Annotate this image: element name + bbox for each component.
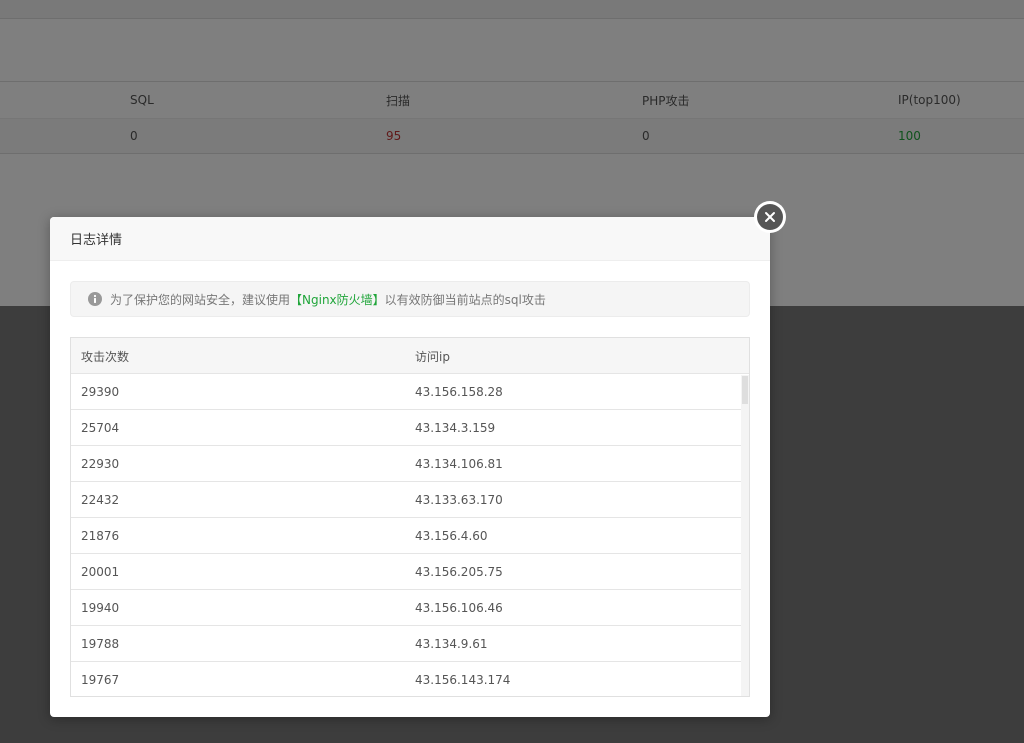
header-attack-count: 攻击次数 [81, 349, 130, 364]
table-header: 攻击次数 访问ip [71, 338, 749, 374]
scrollbar-thumb[interactable] [742, 376, 748, 404]
tip-suffix: 以有效防御当前站点的sql攻击 [384, 292, 546, 307]
table-row: 19940 43.156.106.46 [71, 590, 742, 626]
attack-count-cell: 20001 [81, 565, 120, 579]
visitor-ip-cell: 43.156.106.46 [415, 601, 503, 615]
log-detail-modal: 日志详情 为了保护您的网站安全，建议使用 【Nginx防火墙】 以有效防御当前站… [50, 217, 770, 717]
visitor-ip-cell: 43.133.63.170 [415, 493, 503, 507]
attack-count-cell: 29390 [81, 385, 120, 399]
attack-count-cell: 19940 [81, 601, 120, 615]
table-row: 25704 43.134.3.159 [71, 410, 742, 446]
table-row: 21876 43.156.4.60 [71, 518, 742, 554]
table-row: 22930 43.134.106.81 [71, 446, 742, 482]
visitor-ip-cell: 43.156.205.75 [415, 565, 503, 579]
close-icon [765, 212, 775, 222]
tip-prefix: 为了保护您的网站安全，建议使用 [110, 292, 291, 307]
attack-count-cell: 22432 [81, 493, 120, 507]
visitor-ip-cell: 43.134.9.61 [415, 637, 488, 651]
table-row: 19788 43.134.9.61 [71, 626, 742, 662]
attack-count-cell: 25704 [81, 421, 120, 435]
table-row: 29390 43.156.158.28 [71, 374, 742, 410]
table-row: 19767 43.156.143.174 [71, 662, 742, 696]
visitor-ip-cell: 43.156.158.28 [415, 385, 503, 399]
table-row: 20001 43.156.205.75 [71, 554, 742, 590]
visitor-ip-cell: 43.134.3.159 [415, 421, 496, 435]
info-icon [88, 292, 102, 306]
table-scrollbar[interactable] [741, 375, 749, 696]
attack-log-table: 攻击次数 访问ip 29390 43.156.158.28 25704 43.1… [70, 337, 750, 697]
attack-count-cell: 19767 [81, 673, 120, 687]
table-row: 22432 43.133.63.170 [71, 482, 742, 518]
attack-count-cell: 21876 [81, 529, 120, 543]
security-tip: 为了保护您的网站安全，建议使用 【Nginx防火墙】 以有效防御当前站点的sql… [70, 281, 750, 317]
attack-count-cell: 22930 [81, 457, 120, 471]
nginx-firewall-link[interactable]: 【Nginx防火墙】 [290, 291, 385, 308]
close-button[interactable] [754, 201, 786, 233]
attack-count-cell: 19788 [81, 637, 120, 651]
modal-title: 日志详情 [70, 233, 123, 248]
table-body[interactable]: 29390 43.156.158.28 25704 43.134.3.159 2… [71, 374, 749, 696]
visitor-ip-cell: 43.134.106.81 [415, 457, 503, 471]
header-visitor-ip: 访问ip [415, 349, 450, 364]
visitor-ip-cell: 43.156.143.174 [415, 673, 511, 687]
visitor-ip-cell: 43.156.4.60 [415, 529, 488, 543]
modal-header: 日志详情 [50, 217, 770, 261]
